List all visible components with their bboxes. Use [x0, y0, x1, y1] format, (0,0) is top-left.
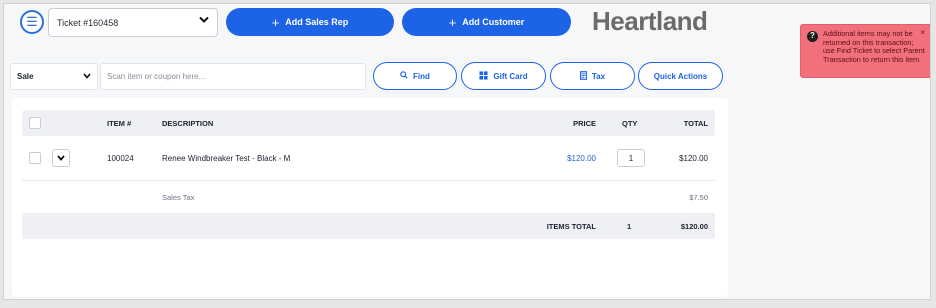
plus-icon: +: [271, 14, 280, 30]
add-customer-label: Add Customer: [462, 17, 525, 27]
cart-table: ITEM # DESCRIPTION PRICE QTY TOTAL 10002…: [22, 110, 715, 239]
ticket-select[interactable]: Ticket #160458: [48, 8, 218, 37]
chevron-down-icon: [57, 155, 65, 161]
column-header-item: ITEM #: [107, 118, 132, 128]
item-number: 100024: [107, 153, 134, 163]
items-total-value: $120.00: [680, 221, 708, 231]
item-price[interactable]: $120.00: [542, 136, 596, 180]
quick-actions-label: Quick Actions: [653, 71, 708, 81]
column-header-price: PRICE: [573, 118, 596, 128]
menu-button[interactable]: ☰: [20, 10, 44, 34]
chevron-down-icon: [199, 16, 209, 27]
toast-message: Additional items may not be returned on …: [823, 29, 925, 64]
find-button[interactable]: Find: [373, 62, 457, 90]
ticket-label: Ticket #160458: [57, 17, 119, 28]
column-header-qty: QTY: [622, 118, 638, 128]
add-customer-button[interactable]: + Add Customer: [402, 8, 571, 36]
error-toast: ? × Additional items may not be returned…: [800, 24, 930, 78]
hamburger-icon: ☰: [26, 14, 38, 29]
pos-window: ☰ Ticket #160458 + Add Sales Rep + Add C…: [3, 3, 931, 300]
sales-tax-label: Sales Tax: [162, 192, 195, 202]
tax-label: Tax: [591, 71, 606, 81]
gift-card-icon: [479, 70, 488, 82]
gift-card-label: Gift Card: [493, 71, 528, 81]
question-icon: ?: [807, 31, 818, 42]
item-description: Renee Windbreaker Test - Black - M: [162, 153, 291, 163]
row-checkbox[interactable]: [29, 152, 41, 164]
toolbar: Sale Find Gift Card Tax Quick Acti: [4, 62, 930, 94]
item-total: $120.00: [679, 153, 708, 163]
items-total-label: ITEMS TOTAL: [546, 221, 596, 231]
chevron-down-icon: [83, 72, 91, 81]
cart-panel: ITEM # DESCRIPTION PRICE QTY TOTAL 10002…: [12, 98, 728, 297]
items-total-qty: 1: [627, 221, 632, 231]
sales-tax-row: Sales Tax $7.50: [22, 181, 715, 213]
add-sales-rep-label: Add Sales Rep: [285, 17, 349, 27]
table-header: ITEM # DESCRIPTION PRICE QTY TOTAL: [22, 110, 715, 136]
table-row[interactable]: 100024 Renee Windbreaker Test - Black - …: [22, 136, 715, 181]
items-total-row: ITEMS TOTAL 1 $120.00: [22, 213, 715, 239]
gift-card-button[interactable]: Gift Card: [461, 62, 546, 90]
quantity-input[interactable]: 1: [617, 149, 645, 167]
sale-mode-select[interactable]: Sale: [10, 63, 98, 90]
expand-row-button[interactable]: [52, 149, 70, 167]
expand-cell: [52, 136, 70, 180]
header-bar: ☰ Ticket #160458 + Add Sales Rep + Add C…: [4, 4, 930, 44]
select-all-cell: [29, 110, 41, 136]
plus-icon: +: [448, 14, 457, 30]
column-header-total: TOTAL: [683, 118, 708, 128]
scan-input[interactable]: [100, 63, 366, 90]
tax-button[interactable]: Tax: [550, 62, 635, 90]
add-sales-rep-button[interactable]: + Add Sales Rep: [226, 8, 394, 36]
select-all-checkbox[interactable]: [29, 117, 41, 129]
column-header-description: DESCRIPTION: [162, 118, 214, 128]
close-icon[interactable]: ×: [920, 28, 925, 38]
row-select-cell: [29, 136, 41, 180]
quick-actions-button[interactable]: Quick Actions: [638, 62, 723, 90]
sales-tax-value: $7.50: [689, 192, 708, 202]
search-icon: [400, 71, 408, 81]
qty-cell: 1: [617, 136, 645, 180]
sale-mode-label: Sale: [17, 72, 34, 81]
brand-logo: Heartland: [592, 6, 708, 36]
find-label: Find: [413, 71, 430, 81]
receipt-icon: [579, 70, 587, 82]
